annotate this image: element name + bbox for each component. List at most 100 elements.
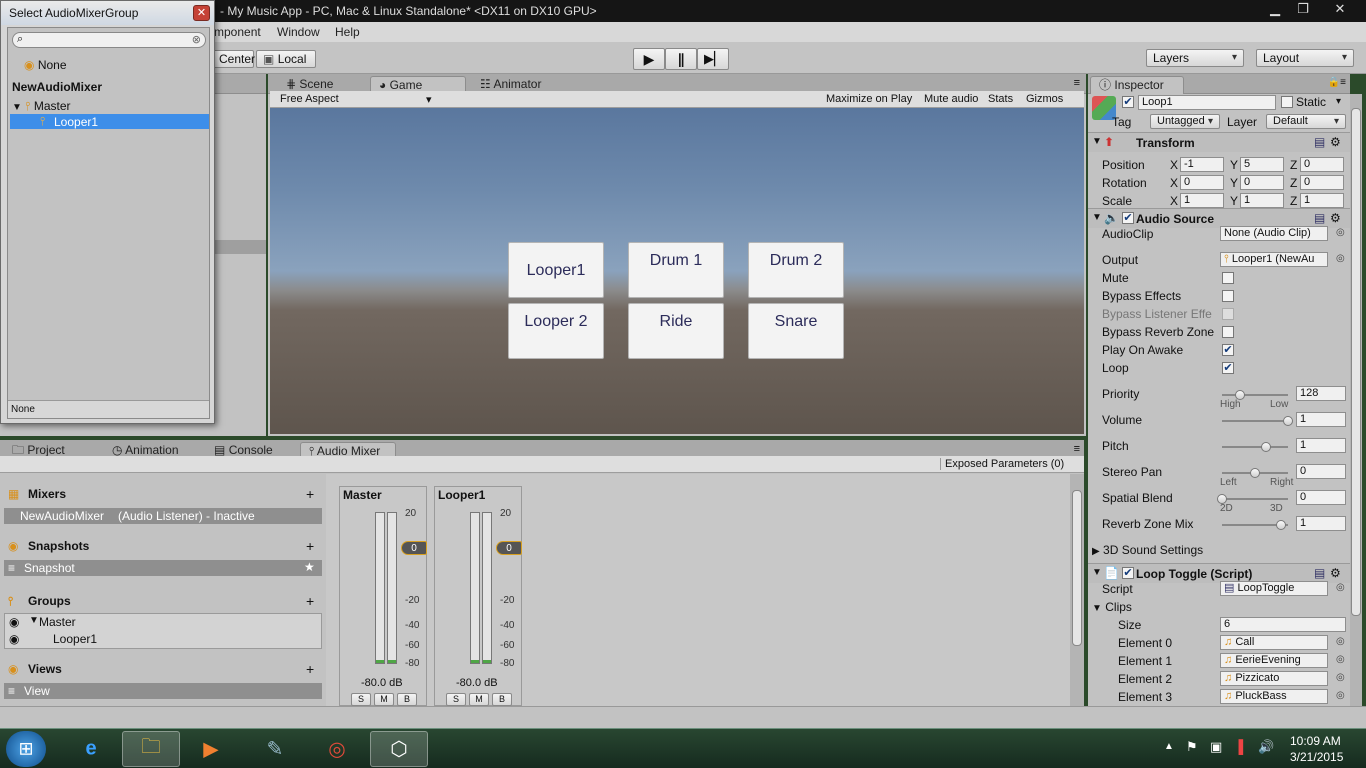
layout-dropdown[interactable]: Layout — [1256, 49, 1354, 67]
strip-m-button[interactable]: M — [374, 693, 394, 706]
menu-window[interactable]: Window — [277, 25, 320, 39]
star-icon[interactable]: ★ — [304, 560, 315, 574]
scale-x-field[interactable]: 1 — [1180, 193, 1224, 208]
attenuation-handle[interactable]: 0 — [496, 541, 522, 555]
pause-button[interactable]: ∥ — [665, 48, 697, 70]
element-1-field[interactable]: ♫ EerieEvening — [1220, 653, 1328, 668]
play-button[interactable]: ▶ — [633, 48, 665, 70]
loop-toggle-header[interactable]: ▼ 📄 ✔ Loop Toggle (Script) ▤ ⚙ — [1088, 563, 1350, 583]
flag-icon[interactable]: ⚑ — [1186, 739, 1198, 755]
volume-slider-knob[interactable] — [1283, 416, 1293, 426]
device-icon[interactable]: ▣ — [1210, 739, 1222, 755]
stats-toggle[interactable]: Stats — [988, 93, 1013, 105]
static-dropdown-icon[interactable]: ▾ — [1336, 96, 1341, 107]
play-on-awake-checkbox[interactable]: ✔ — [1222, 344, 1234, 356]
size-field[interactable]: 6 — [1220, 617, 1346, 632]
start-button[interactable]: ⊞ — [6, 731, 46, 767]
priority-slider-track[interactable] — [1222, 394, 1288, 396]
menu-help[interactable]: Help — [335, 25, 360, 39]
taskbar-ie[interactable]: e — [62, 731, 120, 767]
inspector-scrollbar[interactable] — [1350, 94, 1362, 706]
static-checkbox[interactable] — [1281, 96, 1293, 108]
stereo-slider-knob[interactable] — [1250, 468, 1260, 478]
object-picker-icon[interactable]: ◎ — [1336, 253, 1345, 264]
audioclip-field[interactable]: None (Audio Clip) — [1220, 226, 1328, 241]
strip-b-button[interactable]: B — [397, 693, 417, 706]
bypass-listener-checkbox[interactable] — [1222, 308, 1234, 320]
object-picker-icon[interactable]: ◎ — [1336, 636, 1345, 647]
rotation-x-field[interactable]: 0 — [1180, 175, 1224, 190]
rotation-y-field[interactable]: 0 — [1240, 175, 1284, 190]
help-icon[interactable]: ▤ — [1314, 211, 1325, 225]
pitch-slider-track[interactable] — [1222, 446, 1288, 448]
volume-icon[interactable]: 🔊 — [1258, 739, 1274, 755]
inspector-scroll-thumb[interactable] — [1351, 108, 1361, 616]
loop-toggle-enabled-checkbox[interactable]: ✔ — [1122, 567, 1134, 579]
maximize-on-play-toggle[interactable]: Maximize on Play — [826, 93, 912, 105]
game-button-drum1[interactable]: Drum 1 — [628, 242, 724, 298]
mixer-scroll-thumb[interactable] — [1072, 490, 1082, 646]
pitch-value-field[interactable]: 1 — [1296, 438, 1346, 453]
loop-checkbox[interactable]: ✔ — [1222, 362, 1234, 374]
reverb-mix-value-field[interactable]: 1 — [1296, 516, 1346, 531]
foldout-arrow-icon[interactable]: ▼ — [29, 615, 39, 626]
strip-b-button[interactable]: B — [492, 693, 512, 706]
game-button-looper2[interactable]: Looper 2 — [508, 303, 604, 359]
audio-source-header[interactable]: ▼ 🔈 ✔ Audio Source ▤ ⚙ — [1088, 208, 1350, 228]
minimize-button[interactable]: ▁ — [1262, 0, 1288, 20]
game-button-drum2[interactable]: Drum 2 — [748, 242, 844, 298]
object-picker-icon[interactable]: ◎ — [1336, 582, 1345, 593]
taskbar-chrome[interactable]: ◎ — [308, 731, 366, 767]
spatial-value-field[interactable]: 0 — [1296, 490, 1346, 505]
gear-icon[interactable]: ⚙ — [1330, 566, 1341, 580]
element-0-field[interactable]: ♫ Call — [1220, 635, 1328, 650]
mixer-scrollbar[interactable] — [1070, 474, 1084, 706]
gear-icon[interactable]: ⚙ — [1330, 135, 1341, 149]
scale-y-field[interactable]: 1 — [1240, 193, 1284, 208]
attenuation-handle[interactable]: 0 — [401, 541, 427, 555]
help-icon[interactable]: ▤ — [1314, 135, 1325, 149]
object-picker-icon[interactable]: ◎ — [1336, 672, 1345, 683]
priority-value-field[interactable]: 128 — [1296, 386, 1346, 401]
view-list-item[interactable]: ≡ View — [4, 683, 322, 699]
volume-value-field[interactable]: 1 — [1296, 412, 1346, 427]
network-icon[interactable]: ▐ — [1234, 739, 1243, 754]
eye-icon[interactable]: ◉ — [9, 632, 19, 646]
reverb-mix-slider-knob[interactable] — [1276, 520, 1287, 530]
strip-m-button[interactable]: M — [469, 693, 489, 706]
game-button-looper1[interactable]: Looper1 — [508, 242, 604, 298]
space-local-button[interactable]: ▣ Local — [256, 50, 316, 68]
strip-s-button[interactable]: S — [351, 693, 371, 706]
tag-dropdown[interactable]: Untagged — [1150, 114, 1220, 129]
group-master[interactable]: Master — [39, 615, 76, 629]
element-2-field[interactable]: ♫ Pizzicato — [1220, 671, 1328, 686]
clear-search-icon[interactable]: ⊗ — [192, 33, 201, 46]
layers-dropdown[interactable]: Layers — [1146, 49, 1244, 67]
help-icon[interactable]: ▤ — [1314, 566, 1325, 580]
add-group-button[interactable]: + — [306, 593, 314, 609]
volume-slider-track[interactable] — [1222, 420, 1288, 422]
pivot-center-button[interactable]: Center — [212, 50, 255, 68]
stereo-value-field[interactable]: 0 — [1296, 464, 1346, 479]
popup-item-none[interactable]: ◉ None — [24, 58, 67, 72]
3d-sound-settings-foldout[interactable]: ▶ 3D Sound Settings — [1092, 543, 1350, 559]
step-button[interactable]: ▶▏ — [697, 48, 729, 70]
script-field[interactable]: ▤ LoopToggle — [1220, 581, 1328, 596]
transform-header[interactable]: ▼ ⬆ Transform ▤ ⚙ — [1088, 132, 1350, 152]
tray-expand-icon[interactable]: ▲ — [1164, 741, 1174, 752]
lock-icon[interactable]: 🔒≡ — [1328, 77, 1346, 88]
spatial-slider-track[interactable] — [1222, 498, 1288, 500]
position-z-field[interactable]: 0 — [1300, 157, 1344, 172]
drag-handle-icon[interactable]: ≡ — [8, 561, 15, 575]
add-mixer-button[interactable]: + — [306, 486, 314, 502]
output-field[interactable]: ⫯ Looper1 (NewAu — [1220, 252, 1328, 267]
menu-component[interactable]: mponent — [214, 25, 261, 39]
clock-date[interactable]: 3/21/2015 — [1290, 750, 1343, 764]
snapshot-list-item[interactable]: ≡ Snapshot ★ — [4, 560, 322, 576]
clips-foldout[interactable]: ▼ Clips — [1092, 600, 1132, 614]
popup-close-button[interactable]: ✕ — [193, 5, 210, 21]
group-looper1[interactable]: Looper1 — [53, 632, 97, 646]
maximize-button[interactable]: ❐ — [1290, 0, 1316, 20]
strip-s-button[interactable]: S — [446, 693, 466, 706]
clock-time[interactable]: 10:09 AM — [1290, 734, 1341, 748]
